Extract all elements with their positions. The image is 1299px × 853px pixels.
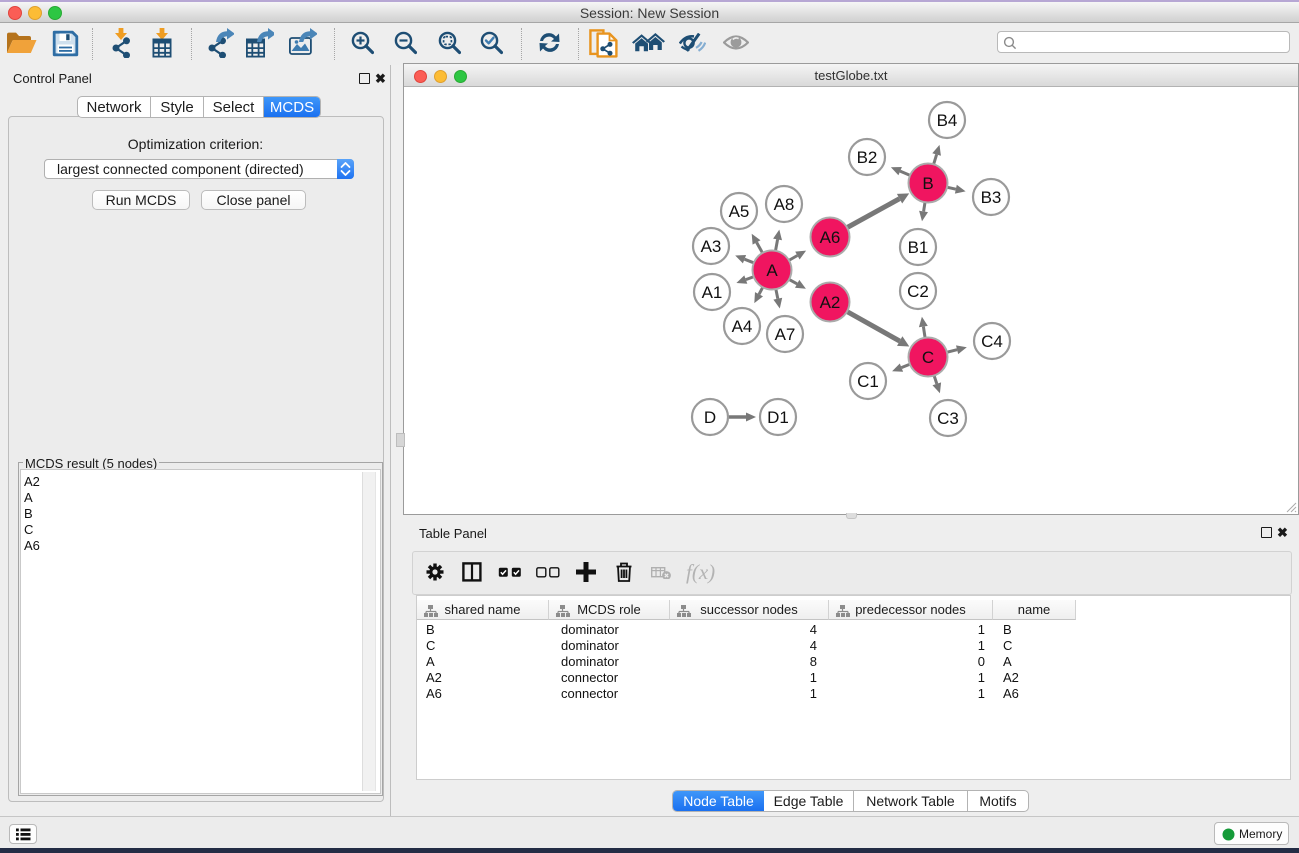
svg-text:D1: D1 [767,408,789,427]
svg-text:A8: A8 [774,195,795,214]
svg-text:A4: A4 [732,317,753,336]
svg-text:C4: C4 [981,332,1003,351]
svg-text:B3: B3 [981,188,1002,207]
svg-text:A5: A5 [729,202,750,221]
svg-text:A3: A3 [701,237,722,256]
svg-text:A: A [766,261,778,280]
svg-text:B: B [922,174,933,193]
svg-text:C1: C1 [857,372,879,391]
svg-text:C: C [922,348,934,367]
svg-text:A2: A2 [820,293,841,312]
svg-text:B2: B2 [857,148,878,167]
svg-text:D: D [704,408,716,427]
svg-text:A6: A6 [820,228,841,247]
svg-text:B1: B1 [908,238,929,257]
svg-text:C3: C3 [937,409,959,428]
svg-text:C2: C2 [907,282,929,301]
svg-text:A7: A7 [775,325,796,344]
svg-text:B4: B4 [937,111,958,130]
svg-text:A1: A1 [702,283,723,302]
